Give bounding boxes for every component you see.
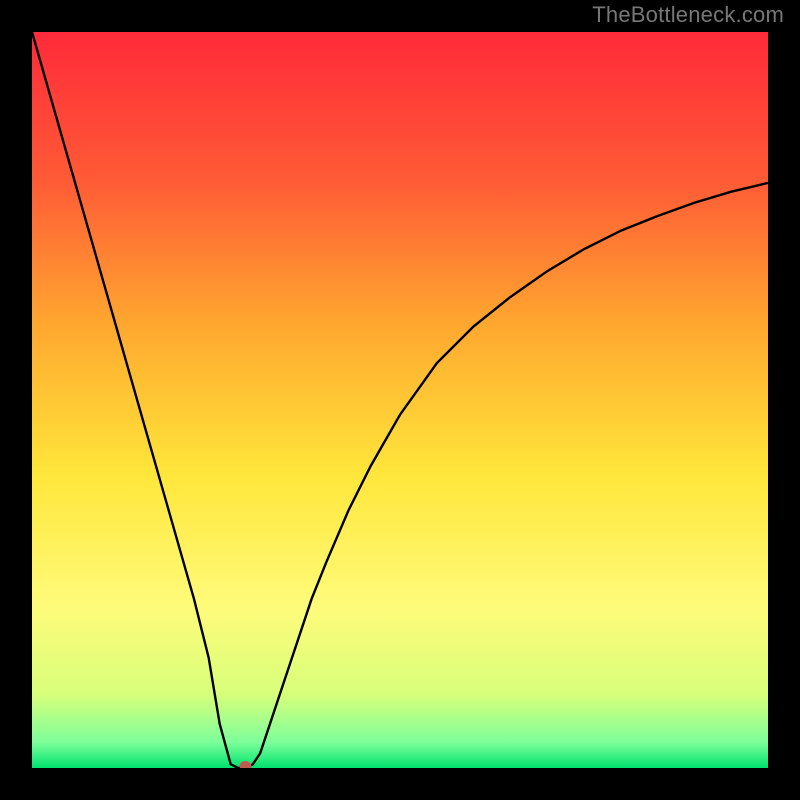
watermark-text: TheBottleneck.com xyxy=(592,2,784,28)
chart-frame: TheBottleneck.com xyxy=(0,0,800,800)
plot-area xyxy=(32,32,768,768)
plot-svg xyxy=(32,32,768,768)
gradient-background xyxy=(32,32,768,768)
